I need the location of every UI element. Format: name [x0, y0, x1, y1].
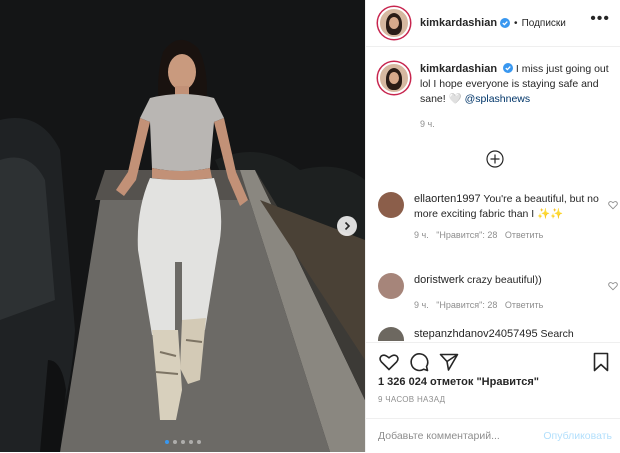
post-photo [0, 0, 365, 452]
comment-time: 9 ч. [414, 230, 429, 240]
verified-icon [502, 63, 513, 73]
post-time: 9 ЧАСОВ НАЗАД [378, 395, 446, 404]
carousel-dot [164, 440, 169, 444]
comment-like-icon[interactable] [608, 281, 618, 291]
next-slide-button[interactable] [337, 216, 357, 236]
carousel-dot [180, 440, 185, 444]
share-icon[interactable] [438, 351, 460, 373]
avatar[interactable] [378, 62, 410, 94]
mention-link[interactable]: @splashnews [465, 93, 531, 105]
caption-time: 9 ч. [420, 119, 435, 129]
post-caption: kimkardashian I miss just going out lol … [378, 62, 610, 132]
carousel-indicator [0, 440, 365, 444]
carousel-dot [196, 440, 201, 444]
comment-username[interactable]: ellaorten1997 [414, 193, 481, 205]
comment-item: stepanzhdanov24057495 Search [378, 327, 610, 341]
comment-likes[interactable]: "Нравится": 28 [436, 230, 497, 240]
header-separator: • [514, 17, 518, 29]
post-media[interactable] [0, 0, 365, 452]
post-header: kimkardashian • Подписки ••• [366, 0, 620, 47]
comment-item: doristwerk crazy beautiful)) 9 ч. "Нрави… [378, 273, 618, 313]
comment-username[interactable]: doristwerk [414, 274, 464, 286]
header-username[interactable]: kimkardashian [420, 17, 497, 29]
publish-button[interactable]: Опубликовать [543, 430, 612, 442]
comment-text: crazy beautiful)) [467, 274, 542, 286]
caption-username[interactable]: kimkardashian [420, 63, 497, 75]
load-more-comments-button[interactable] [486, 150, 504, 168]
reply-button[interactable]: Ответить [505, 230, 543, 240]
comment-input[interactable]: Добавьте комментарий... [378, 430, 500, 442]
carousel-dot [188, 440, 193, 444]
instagram-post: kimkardashian • Подписки ••• kimkardashi… [0, 0, 620, 452]
avatar[interactable] [378, 327, 404, 341]
likes-count[interactable]: 1 326 024 отметок "Нравится" [378, 376, 539, 388]
save-icon[interactable] [590, 351, 612, 373]
avatar[interactable] [378, 192, 404, 218]
comment-username[interactable]: stepanzhdanov24057495 [414, 328, 538, 340]
follow-status-button[interactable]: Подписки [522, 18, 566, 29]
carousel-dot [172, 440, 177, 444]
add-comment-bar: Добавьте комментарий... Опубликовать [366, 418, 620, 453]
reply-button[interactable]: Ответить [505, 300, 543, 310]
like-icon[interactable] [378, 351, 400, 373]
avatar[interactable] [378, 273, 404, 299]
comment-item: ellaorten1997 You're a beautiful, but no… [378, 192, 618, 243]
post-actions: 1 326 024 отметок "Нравится" 9 ЧАСОВ НАЗ… [366, 342, 620, 404]
avatar[interactable] [378, 7, 410, 39]
comment-like-icon[interactable] [608, 200, 618, 210]
load-more-comments-icon [486, 150, 504, 168]
comment-text: Search [540, 328, 574, 340]
comment-time: 9 ч. [414, 300, 429, 310]
comment-icon[interactable] [408, 351, 430, 373]
next-slide-icon [344, 221, 351, 231]
post-side-panel: kimkardashian • Подписки ••• kimkardashi… [365, 0, 620, 452]
comment-likes[interactable]: "Нравится": 28 [436, 300, 497, 310]
verified-icon [500, 18, 511, 28]
more-options-icon[interactable]: ••• [590, 11, 610, 27]
